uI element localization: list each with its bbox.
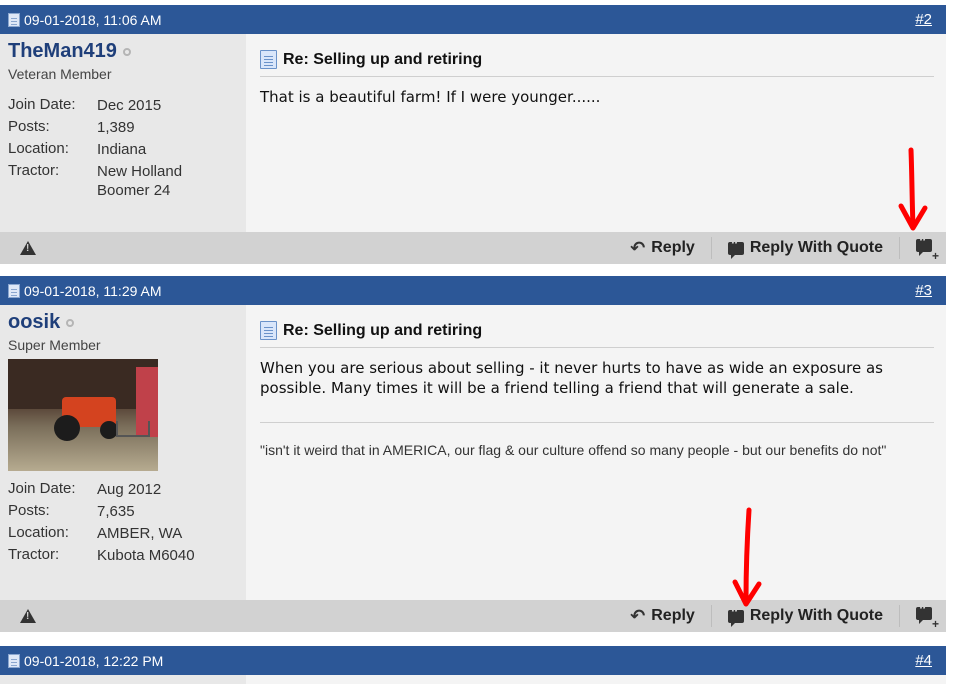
username[interactable]: TheMan419: [8, 40, 238, 63]
post-footer: ↶ Reply Reply With Quote +: [0, 600, 946, 632]
stat-label: Tractor:: [8, 546, 60, 563]
stat-label: Location:: [8, 524, 69, 541]
document-icon: [260, 50, 277, 69]
user-info: TheMan419 Veteran Member Join Date: Dec 2…: [0, 34, 246, 232]
quote-bubble-icon: [727, 238, 744, 259]
reply-label: Reply: [651, 607, 695, 624]
post-title: Re: Selling up and retiring: [283, 50, 483, 68]
document-icon: [260, 321, 277, 340]
reply-with-quote-label: Reply With Quote: [749, 239, 883, 256]
stat-posts: Posts: 7,635: [8, 500, 238, 522]
stat-label: Join Date:: [8, 480, 76, 497]
offline-status-icon: [66, 318, 75, 327]
stat-tractor: Tractor: Kubota M6040: [8, 544, 238, 566]
warning-icon[interactable]: [20, 609, 36, 623]
user-title: Veteran Member: [8, 66, 112, 82]
stat-join-date: Join Date: Aug 2012: [8, 478, 238, 500]
user-stats: Join Date: Dec 2015 Posts: 1,389 Location:…: [8, 94, 238, 200]
reply-label: Reply: [651, 239, 695, 256]
post-3: 09-01-2018, 11:29 AM #3 oosik Super Memb…: [0, 276, 946, 632]
stat-label: Tractor:: [8, 162, 60, 179]
document-icon: [8, 653, 20, 668]
post-number-link[interactable]: #3: [915, 282, 932, 299]
post-actions: ↶ Reply Reply With Quote +: [614, 603, 939, 631]
warning-icon[interactable]: [20, 241, 36, 255]
multiquote-plus-icon: [916, 603, 932, 624]
post-date: 09-01-2018, 11:29 AM: [24, 282, 162, 299]
post-date: 09-01-2018, 12:22 PM: [24, 652, 164, 669]
reply-button[interactable]: ↶ Reply: [614, 237, 712, 259]
stat-value: AMBER, WA: [97, 525, 183, 542]
stat-posts: Posts: 1,389: [8, 116, 238, 138]
reply-arrow-icon: ↶: [630, 237, 646, 258]
signature: "isn't it weird that in AMERICA, our fla…: [260, 422, 934, 460]
stat-value: Dec 2015: [97, 97, 162, 114]
stat-label: Posts:: [8, 502, 50, 519]
post-date: 09-01-2018, 11:06 AM: [24, 11, 162, 28]
user-info: oosik Super Member Join Date: Aug 2012 Po…: [0, 305, 246, 600]
post-actions: ↶ Reply Reply With Quote +: [614, 235, 939, 263]
stat-value: 1,389: [97, 119, 135, 136]
multiquote-button[interactable]: +: [900, 235, 939, 263]
reply-with-quote-button[interactable]: Reply With Quote: [712, 237, 900, 259]
multiquote-button[interactable]: +: [900, 603, 939, 631]
post-header: 09-01-2018, 12:22 PM #4: [0, 646, 946, 675]
post-title: Re: Selling up and retiring: [283, 321, 483, 339]
stat-join-date: Join Date: Dec 2015: [8, 94, 238, 116]
username-text[interactable]: oosik: [8, 311, 60, 334]
offline-status-icon: [122, 47, 131, 56]
stat-value: New Holland Boomer 24: [97, 163, 183, 199]
stat-value: Kubota M6040: [97, 547, 195, 564]
stat-value: Indiana: [97, 141, 147, 158]
post-number-link[interactable]: #4: [915, 652, 932, 669]
quote-bubble-icon: [727, 606, 744, 627]
stat-label: Join Date:: [8, 96, 76, 113]
post-content: Re: Selling up and retiring When you are…: [246, 305, 946, 600]
avatar[interactable]: [8, 359, 158, 471]
document-icon: [8, 12, 20, 27]
multiquote-plus-icon: [916, 235, 932, 256]
username-text[interactable]: TheMan419: [8, 40, 117, 63]
reply-button[interactable]: ↶ Reply: [614, 605, 712, 627]
post-2: 09-01-2018, 11:06 AM #2 TheMan419 Vetera…: [0, 5, 946, 264]
user-title: Super Member: [8, 337, 101, 353]
post-footer: ↶ Reply Reply With Quote +: [0, 232, 946, 264]
stat-tractor: Tractor: New Holland Boomer 24: [8, 160, 238, 200]
post-title-row: Re: Selling up and retiring: [260, 321, 934, 348]
post-body: TheMan419 Veteran Member Join Date: Dec 2…: [0, 34, 946, 232]
post-number-link[interactable]: #2: [915, 11, 932, 28]
reply-arrow-icon: ↶: [630, 605, 646, 626]
post-content: Re: Selling up and retiring That is a be…: [246, 34, 946, 232]
post-header: 09-01-2018, 11:29 AM #3: [0, 276, 946, 305]
post-header: 09-01-2018, 11:06 AM #2: [0, 5, 946, 34]
stat-value: Aug 2012: [97, 481, 162, 498]
stat-location: Location: AMBER, WA: [8, 522, 238, 544]
post-message: That is a beautiful farm! If I were youn…: [260, 88, 601, 106]
post-title-row: Re: Selling up and retiring: [260, 50, 934, 77]
annotation-arrow-down: [732, 507, 762, 607]
user-stats: Join Date: Aug 2012 Posts: 7,635 Location:…: [8, 478, 238, 566]
stat-location: Location: Indiana: [8, 138, 238, 160]
username[interactable]: oosik: [8, 311, 238, 334]
stat-label: Location:: [8, 140, 69, 157]
post-message: When you are serious about selling - it …: [260, 359, 883, 397]
post-body: oosik Super Member Join Date: Aug 2012 Po…: [0, 305, 946, 600]
reply-with-quote-label: Reply With Quote: [749, 607, 883, 624]
annotation-arrow-down: [898, 147, 928, 231]
document-icon: [8, 283, 20, 298]
post-4: 09-01-2018, 12:22 PM #4: [0, 646, 946, 684]
stat-label: Posts:: [8, 118, 50, 135]
stat-value: 7,635: [97, 503, 135, 520]
